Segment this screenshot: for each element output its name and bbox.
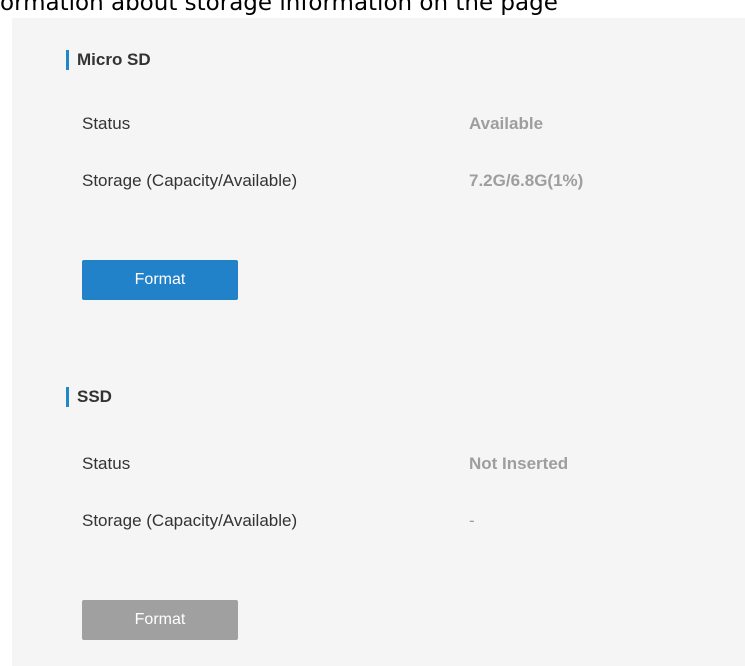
status-value: Not Inserted	[469, 454, 569, 473]
status-label: Status	[82, 114, 131, 133]
ssd-title: SSD	[66, 387, 112, 407]
storage-value: 7.2G/6.8G(1%)	[469, 171, 584, 190]
storage-label: Storage (Capacity/Available)	[82, 511, 298, 530]
document-caption: ormation about storage information on th…	[0, 0, 558, 16]
storage-panel: Micro SD Status Available Storage (Capac…	[12, 18, 745, 666]
status-label: Status	[82, 454, 131, 473]
ssd-format-button[interactable]: Format	[82, 600, 238, 640]
micro-sd-title: Micro SD	[66, 50, 151, 70]
micro-sd-format-button[interactable]: Format	[82, 260, 238, 300]
storage-label: Storage (Capacity/Available)	[82, 171, 298, 190]
status-value: Available	[469, 114, 544, 133]
storage-value: -	[469, 511, 475, 530]
